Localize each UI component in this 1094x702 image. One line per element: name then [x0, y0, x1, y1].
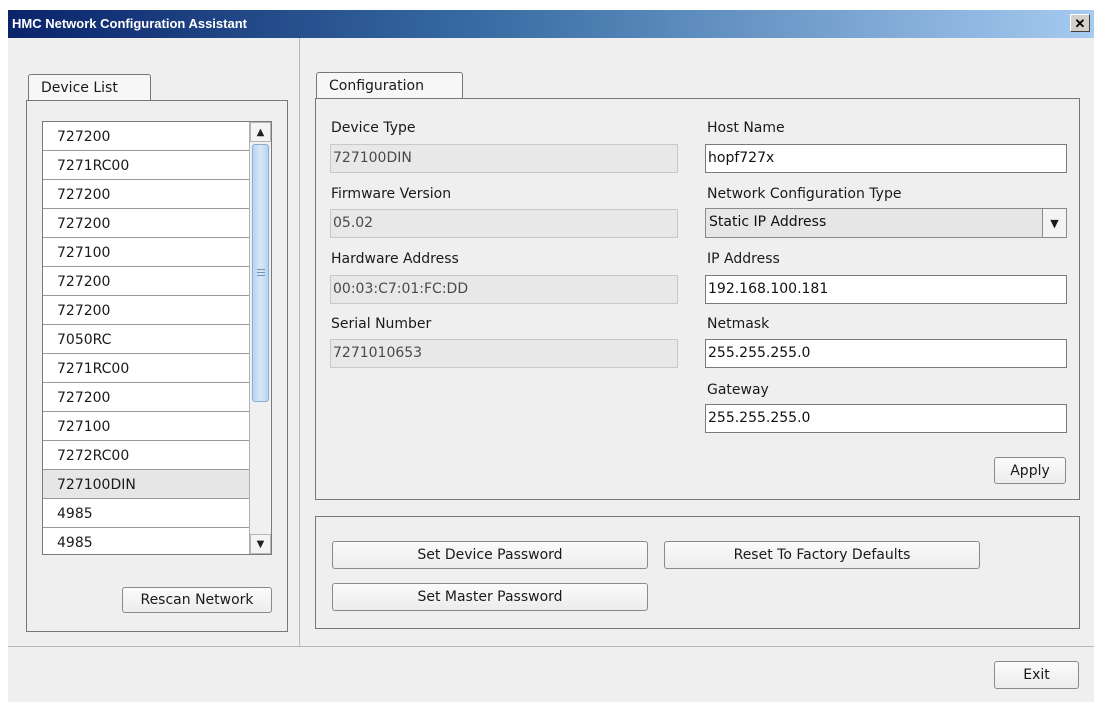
grip-icon: [257, 269, 265, 276]
network-config-type-label: Network Configuration Type: [707, 186, 902, 202]
window-title: HMC Network Configuration Assistant: [12, 16, 247, 31]
device-list-item[interactable]: 7271RC00: [43, 354, 249, 383]
device-list-item[interactable]: 727100: [43, 238, 249, 267]
chevron-down-icon[interactable]: ▼: [1042, 209, 1066, 237]
netmask-input[interactable]: 255.255.255.0: [705, 339, 1067, 368]
device-list-item[interactable]: 727100DIN: [43, 470, 249, 499]
serial-number-field: 7271010653: [330, 339, 678, 368]
ip-address-label: IP Address: [707, 251, 780, 267]
device-list-item[interactable]: 727200: [43, 180, 249, 209]
device-list-item[interactable]: 727100: [43, 412, 249, 441]
device-list-item[interactable]: 727200: [43, 267, 249, 296]
device-list-item[interactable]: 727200: [43, 122, 249, 151]
gateway-label: Gateway: [707, 382, 769, 398]
exit-button[interactable]: Exit: [994, 661, 1079, 689]
device-list-item[interactable]: 727200: [43, 209, 249, 238]
host-name-label: Host Name: [707, 120, 785, 136]
device-list-item[interactable]: 7272RC00: [43, 441, 249, 470]
device-type-field: 727100DIN: [330, 144, 678, 173]
bottom-bar: [8, 646, 1094, 702]
scroll-up-button[interactable]: ▲: [250, 122, 271, 142]
device-list-item[interactable]: 727200: [43, 296, 249, 325]
netmask-label: Netmask: [707, 316, 770, 332]
close-icon: ✕: [1074, 15, 1086, 31]
title-bar[interactable]: HMC Network Configuration Assistant ✕: [8, 10, 1094, 38]
scroll-thumb[interactable]: [252, 144, 269, 402]
close-button[interactable]: ✕: [1070, 14, 1090, 32]
gateway-input[interactable]: 255.255.255.0: [705, 404, 1067, 433]
triangle-up-icon: ▲: [256, 126, 265, 138]
hardware-address-field: 00:03:C7:01:FC:DD: [330, 275, 678, 304]
hardware-address-label: Hardware Address: [331, 251, 459, 267]
device-type-label: Device Type: [331, 120, 416, 136]
reset-factory-defaults-button[interactable]: Reset To Factory Defaults: [664, 541, 980, 569]
network-config-type-select[interactable]: Static IP Address ▼: [705, 208, 1067, 238]
serial-number-label: Serial Number: [331, 316, 432, 332]
network-config-type-value: Static IP Address: [709, 214, 827, 230]
tab-device-list[interactable]: Device List: [28, 74, 151, 101]
device-list[interactable]: 727200 7271RC00 727200 727200 727100 727200 72…: [42, 121, 272, 555]
device-list-item[interactable]: 4985: [43, 499, 249, 528]
set-device-password-button[interactable]: Set Device Password: [332, 541, 648, 569]
device-list-item[interactable]: 7271RC00: [43, 151, 249, 180]
actions-frame: [315, 516, 1080, 629]
apply-button[interactable]: Apply: [994, 457, 1066, 484]
firmware-version-field: 05.02: [330, 209, 678, 238]
set-master-password-button[interactable]: Set Master Password: [332, 583, 648, 611]
tab-configuration-label: Configuration: [329, 78, 424, 94]
device-list-item[interactable]: 7050RC: [43, 325, 249, 354]
device-list-item[interactable]: 727200: [43, 383, 249, 412]
triangle-down-icon: ▼: [256, 538, 265, 550]
scroll-down-button[interactable]: ▼: [250, 534, 271, 554]
rescan-network-button[interactable]: Rescan Network: [122, 587, 272, 613]
device-list-scrollbar[interactable]: ▲ ▼: [249, 122, 271, 554]
device-list-item[interactable]: 4985: [43, 528, 249, 554]
host-name-input[interactable]: hopf727x: [705, 144, 1067, 173]
ip-address-input[interactable]: 192.168.100.181: [705, 275, 1067, 304]
firmware-version-label: Firmware Version: [331, 186, 452, 202]
tab-configuration[interactable]: Configuration: [316, 72, 463, 99]
tab-device-list-label: Device List: [41, 80, 118, 96]
